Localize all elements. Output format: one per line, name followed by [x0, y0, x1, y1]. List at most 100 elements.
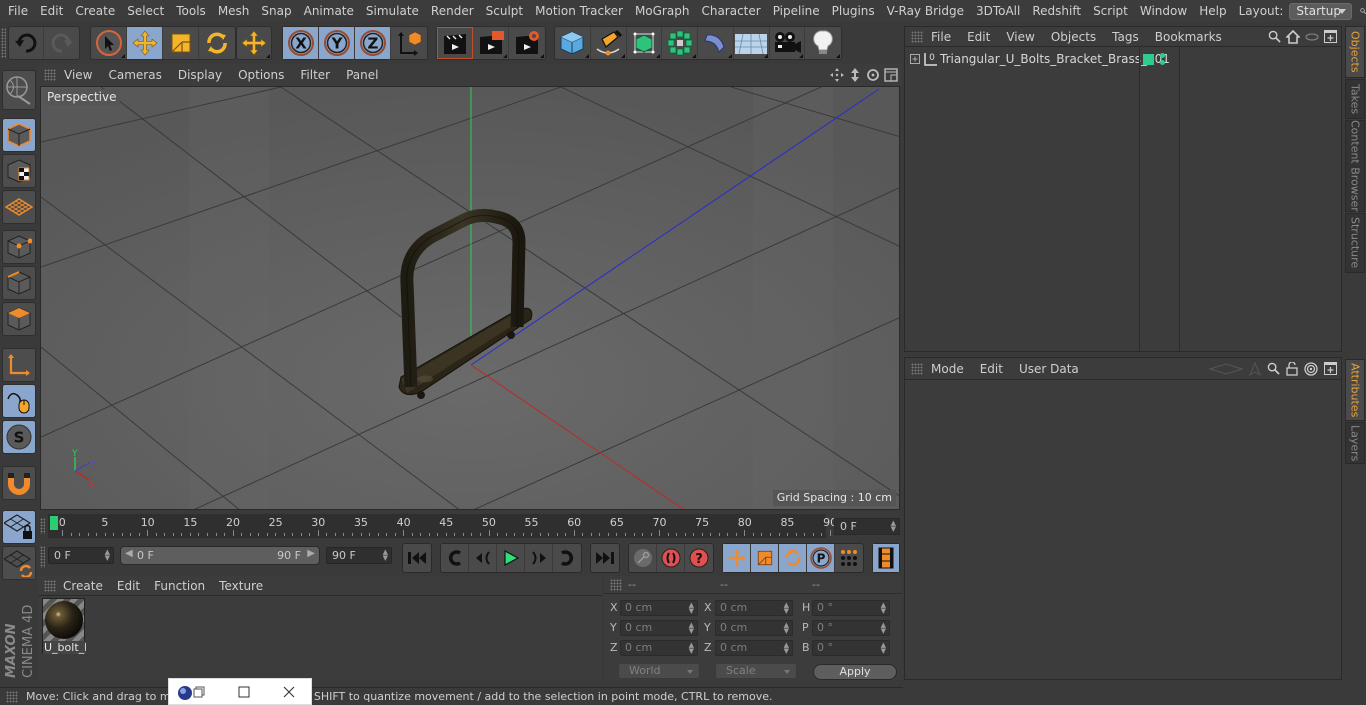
3d-viewport[interactable]: Y Z X Perspective Grid Spacing : 10 cm [40, 86, 900, 510]
texture-mode-button[interactable] [2, 154, 36, 188]
tab-objects[interactable]: Objects [1345, 26, 1365, 78]
workplane-mode-button[interactable] [2, 190, 36, 224]
object-row[interactable]: 0 Triangular_U_Bolts_Bracket_Brass_001 [905, 50, 1341, 68]
target-icon[interactable] [1304, 361, 1318, 376]
material-menu-texture[interactable]: Texture [212, 579, 270, 593]
range-left-arrow[interactable]: ◀ [125, 548, 133, 559]
spinner-icon[interactable]: ▲ ▼ [105, 549, 110, 562]
rotate-tool-button[interactable] [199, 27, 235, 59]
spinner-icon[interactable]: ▲ ▼ [881, 642, 886, 655]
toolbar-grip[interactable] [1, 28, 6, 58]
object-menu-bookmarks[interactable]: Bookmarks [1147, 30, 1230, 44]
rotate-view-icon[interactable] [866, 68, 880, 82]
render-settings-button[interactable] [509, 27, 545, 59]
make-editable-button[interactable] [2, 70, 36, 110]
search-icon[interactable] [1268, 30, 1281, 43]
point-level-animation-button[interactable] [835, 544, 863, 572]
render-view-button[interactable] [437, 27, 473, 59]
menu-motion-tracker[interactable]: Motion Tracker [529, 0, 629, 22]
material-swatch[interactable]: U_bolt_I [42, 598, 86, 654]
tab-attributes[interactable]: Attributes [1345, 359, 1365, 421]
expand-icon[interactable] [909, 53, 921, 65]
menu-redshift[interactable]: Redshift [1026, 0, 1087, 22]
record-active-objects-button[interactable] [629, 544, 657, 572]
snap-button[interactable] [2, 466, 36, 500]
floor-button[interactable] [734, 27, 770, 59]
playhead[interactable] [50, 516, 58, 530]
tab-content-browser[interactable]: Content Browser [1345, 120, 1365, 212]
viewport-menu-display[interactable]: Display [170, 68, 230, 82]
rotation-track-button[interactable] [779, 544, 807, 572]
size-x-field[interactable]: 0 cm ▲ ▼ [715, 600, 793, 616]
menu-window[interactable]: Window [1134, 0, 1193, 22]
material-menu-create[interactable]: Create [56, 579, 110, 593]
edges-mode-button[interactable] [2, 266, 36, 300]
new-panel-icon[interactable] [1324, 362, 1337, 375]
prev-keyframe-button[interactable] [441, 544, 469, 572]
rotation-p-field[interactable]: 0 ° ▲ ▼ [812, 620, 890, 636]
viewport-menu-view[interactable]: View [56, 68, 100, 82]
menu-sculpt[interactable]: Sculpt [480, 0, 529, 22]
scale-tool-button[interactable] [163, 27, 199, 59]
spinner-icon[interactable]: ▲ ▼ [784, 622, 789, 635]
panel-grip[interactable] [911, 362, 923, 375]
menu-3dtoall[interactable]: 3DToAll [970, 0, 1026, 22]
coordinate-system-button[interactable] [391, 27, 427, 59]
cloner-button[interactable] [662, 27, 698, 59]
frame-range-slider[interactable]: ◀ 0 F 90 F ▶ [120, 546, 320, 565]
object-menu-tags[interactable]: Tags [1104, 30, 1147, 44]
panel-grip[interactable] [44, 579, 56, 592]
menu-plugins[interactable]: Plugins [826, 0, 881, 22]
rotation-b-field[interactable]: 0 ° ▲ ▼ [812, 640, 890, 656]
goto-end-button[interactable] [591, 544, 619, 572]
coordinate-space-dropdown[interactable]: World [618, 663, 700, 679]
material-menu-function[interactable]: Function [147, 579, 212, 593]
viewport-menu-filter[interactable]: Filter [292, 68, 338, 82]
object-menu-view[interactable]: View [998, 30, 1042, 44]
spinner-icon[interactable]: ▲ ▼ [383, 549, 388, 562]
position-x-field[interactable]: 0 cm ▲ ▼ [620, 600, 698, 616]
subdivision-surface-button[interactable] [627, 27, 663, 59]
menu-character[interactable]: Character [695, 0, 766, 22]
menu-simulate[interactable]: Simulate [360, 0, 425, 22]
menu-help[interactable]: Help [1193, 0, 1232, 22]
zoom-view-icon[interactable] [848, 68, 862, 82]
position-track-button[interactable] [723, 544, 751, 572]
transport-grip[interactable] [40, 546, 45, 568]
link-view-icon[interactable] [1305, 32, 1319, 42]
tab-takes[interactable]: Takes [1345, 79, 1365, 119]
menu-create[interactable]: Create [69, 0, 121, 22]
maximize-window-icon[interactable] [238, 686, 250, 698]
model-mode-button[interactable] [2, 118, 36, 152]
menu-animate[interactable]: Animate [298, 0, 360, 22]
rotation-h-field[interactable]: 0 ° ▲ ▼ [812, 600, 890, 616]
viewport-menu-options[interactable]: Options [230, 68, 292, 82]
search-icon[interactable] [1267, 362, 1280, 375]
home-icon[interactable] [1286, 29, 1300, 44]
size-y-field[interactable]: 0 cm ▲ ▼ [715, 620, 793, 636]
menu-script[interactable]: Script [1087, 0, 1134, 22]
autokeying-button[interactable] [657, 544, 685, 572]
planar-workplane-button[interactable] [2, 546, 36, 580]
spinner-icon[interactable]: ▲ ▼ [881, 622, 886, 635]
polygons-mode-button[interactable] [2, 302, 36, 336]
menu-edit[interactable]: Edit [34, 0, 69, 22]
panel-grip[interactable] [610, 579, 622, 591]
goto-start-button[interactable] [403, 544, 431, 572]
live-selection-button[interactable] [91, 27, 127, 59]
next-frame-button[interactable] [525, 544, 553, 572]
pen-spline-button[interactable] [591, 27, 627, 59]
points-mode-button[interactable] [2, 230, 36, 264]
recent-tool-button[interactable] [237, 27, 271, 59]
menu-mesh[interactable]: Mesh [212, 0, 256, 22]
menu-file[interactable]: File [0, 0, 34, 22]
current-frame-field[interactable]: 0 F ▲ ▼ [834, 518, 900, 535]
spinner-icon[interactable]: ▲ ▼ [689, 602, 694, 615]
redo-button[interactable] [44, 27, 79, 59]
keyframe-selection-button[interactable]: ? [685, 544, 713, 572]
timeline-grip[interactable] [40, 518, 45, 534]
z-axis-lock-button[interactable]: Z [355, 27, 391, 59]
object-menu-edit[interactable]: Edit [959, 30, 998, 44]
viewport-menu-cameras[interactable]: Cameras [100, 68, 169, 82]
menu-snap[interactable]: Snap [255, 0, 297, 22]
